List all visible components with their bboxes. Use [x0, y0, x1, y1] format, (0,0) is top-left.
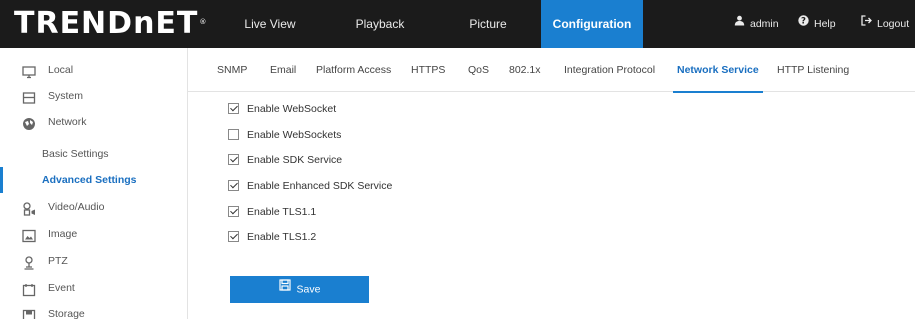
save-icon — [278, 275, 291, 302]
help-icon: ? — [798, 0, 809, 47]
save-label: Save — [296, 283, 321, 296]
logout-button[interactable]: Logout — [861, 0, 909, 48]
sidebar-item-event[interactable]: Event — [0, 275, 187, 301]
sidebar-label-ptz: PTZ — [48, 255, 68, 267]
sidebar-label-event: Event — [48, 282, 75, 294]
sidebar-item-storage[interactable]: Storage — [0, 301, 187, 319]
trendnet-logo: TRENDnET® — [14, 6, 206, 42]
save-button[interactable]: Save — [230, 276, 369, 303]
checkbox-enable-tls11[interactable] — [228, 206, 239, 217]
checkbox-enable-websockets[interactable] — [228, 129, 239, 140]
tab-snmp[interactable]: SNMP — [217, 48, 247, 92]
label-enable-enhanced-sdk-service: Enable Enhanced SDK Service — [247, 180, 393, 192]
sidebar-label-image: Image — [48, 228, 78, 240]
logo-text: TRENDnET — [14, 6, 199, 41]
user-label: admin — [750, 18, 779, 30]
nav-picture[interactable]: Picture — [452, 0, 524, 48]
checkbox-enable-websocket[interactable] — [228, 103, 239, 114]
logout-icon — [861, 0, 872, 47]
top-bar: TRENDnET® Live View Playback Picture Con… — [0, 0, 915, 48]
user-menu[interactable]: admin — [734, 0, 779, 48]
checkbox-enable-enhanced-sdk-service[interactable] — [228, 180, 239, 191]
sidebar: Local System Network Basic Settings Adva… — [0, 48, 188, 319]
sidebar-item-ptz[interactable]: PTZ — [0, 248, 187, 274]
tab-qos[interactable]: QoS — [468, 48, 489, 92]
storage-icon — [22, 307, 36, 319]
label-enable-sdk-service: Enable SDK Service — [247, 154, 343, 166]
user-icon — [734, 0, 745, 47]
monitor-icon — [22, 63, 36, 79]
tab-integration-protocol[interactable]: Integration Protocol — [564, 48, 655, 92]
sidebar-label-basic-settings: Basic Settings — [42, 148, 109, 160]
sidebar-item-system[interactable]: System — [0, 83, 187, 109]
label-enable-websocket: Enable WebSocket — [247, 103, 337, 115]
tab-https[interactable]: HTTPS — [411, 48, 445, 92]
sidebar-label-network: Network — [48, 116, 87, 128]
label-enable-tls12: Enable TLS1.2 — [247, 231, 317, 243]
sidebar-label-system: System — [48, 90, 84, 102]
sidebar-item-basic-settings[interactable]: Basic Settings — [0, 141, 187, 167]
tab-email[interactable]: Email — [270, 48, 296, 92]
sidebar-label-video-audio: Video/Audio — [48, 201, 105, 213]
nav-configuration[interactable]: Configuration — [541, 0, 643, 48]
registered-mark: ® — [199, 18, 208, 26]
checkbox-enable-sdk-service[interactable] — [228, 154, 239, 165]
help-label: Help — [814, 18, 836, 30]
video-audio-icon — [22, 200, 36, 216]
label-enable-tls11: Enable TLS1.1 — [247, 206, 317, 218]
tab-8021x[interactable]: 802.1x — [509, 48, 541, 92]
svg-text:?: ? — [801, 17, 806, 26]
config-tabs: SNMP Email Platform Access HTTPS QoS 802… — [188, 48, 915, 93]
tab-platform-access[interactable]: Platform Access — [316, 48, 391, 92]
tab-http-listening[interactable]: HTTP Listening — [777, 48, 849, 92]
checkbox-enable-tls12[interactable] — [228, 231, 239, 242]
help-button[interactable]: ? Help — [798, 0, 836, 48]
sidebar-item-video-audio[interactable]: Video/Audio — [0, 194, 187, 220]
label-enable-websockets: Enable WebSockets — [247, 129, 342, 141]
sidebar-item-image[interactable]: Image — [0, 221, 187, 247]
sidebar-label-local: Local — [48, 64, 74, 76]
sidebar-item-network[interactable]: Network — [0, 109, 187, 135]
image-icon — [22, 227, 36, 243]
network-icon — [22, 115, 36, 130]
nav-playback[interactable]: Playback — [340, 0, 420, 48]
nav-live-view[interactable]: Live View — [230, 0, 310, 48]
tab-network-service[interactable]: Network Service — [673, 48, 763, 93]
system-icon — [22, 89, 36, 104]
sidebar-item-advanced-settings[interactable]: Advanced Settings — [0, 167, 187, 193]
sidebar-label-storage: Storage — [48, 308, 85, 319]
sidebar-label-advanced-settings: Advanced Settings — [42, 174, 137, 186]
ptz-icon — [22, 254, 36, 270]
sidebar-item-local[interactable]: Local — [0, 57, 187, 83]
logout-label: Logout — [877, 18, 910, 30]
event-icon — [22, 281, 36, 297]
